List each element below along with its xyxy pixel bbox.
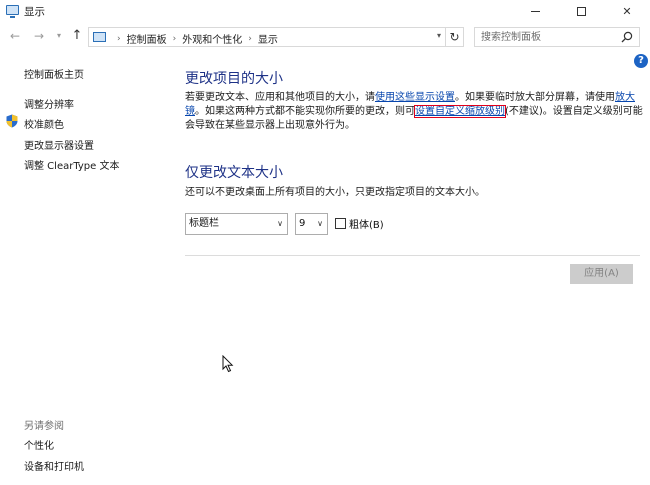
description-text: 若要更改文本、应用和其他项目的大小，请 [185,92,375,103]
bold-checkbox-label[interactable]: 粗体(B) [349,216,384,231]
help-icon[interactable]: ? [634,54,648,68]
control-panel-icon [93,32,106,42]
item-select[interactable]: 标题栏 ∨ [185,213,288,235]
breadcrumb-separator-icon[interactable]: › [117,34,121,44]
apply-button[interactable]: 应用(A) [570,264,633,284]
up-arrow-icon[interactable]: ↑ [70,29,84,43]
sidebar-item-personalization[interactable]: 个性化 [24,437,54,452]
see-also-heading: 另请参阅 [24,421,64,432]
back-arrow-icon[interactable]: ← [8,29,22,43]
sidebar-item-devices-printers[interactable]: 设备和打印机 [24,458,84,473]
maximize-icon [576,6,586,16]
breadcrumb-separator-icon[interactable]: › [173,34,177,44]
chevron-down-icon: ∨ [277,219,283,228]
breadcrumb-display[interactable]: 显示 [258,31,278,46]
font-size-select[interactable]: 9 ∨ [295,213,328,235]
display-settings-link[interactable]: 使用这些显示设置 [375,92,455,103]
sidebar-item-adjust-resolution[interactable]: 调整分辨率 [24,96,74,111]
close-icon: ✕ [622,4,632,18]
window-title: 显示 [24,6,45,18]
font-size-select-value: 9 [299,218,306,229]
refresh-button[interactable]: ↻ [446,27,464,47]
divider [185,255,640,256]
change-size-description: 若要更改文本、应用和其他项目的大小，请使用这些显示设置。如果要临时放大部分屏幕，… [185,91,643,133]
text-size-description: 还可以不更改桌面上所有项目的大小，只更改指定项目的文本大小。 [185,187,485,198]
close-button[interactable]: ✕ [604,0,650,22]
sidebar-control-panel-home[interactable]: 控制面板主页 [24,66,84,81]
minimize-icon [530,10,540,12]
minimize-button[interactable] [512,0,558,22]
maximize-button[interactable] [558,0,604,22]
item-select-value: 标题栏 [189,218,219,229]
section-title-text-size: 仅更改文本大小 [185,165,283,181]
sidebar-item-change-display-settings[interactable]: 更改显示器设置 [24,137,94,152]
title-bar: 显示 ✕ [0,0,650,22]
navigation-bar: ← → ▾ ↑ › 控制面板 › 外观和个性化 › 显示 ▾ ↻ [0,24,650,50]
address-dropdown-chevron-icon[interactable]: ▾ [437,31,441,40]
display-icon [6,5,19,18]
section-title-change-item-size: 更改项目的大小 [185,71,283,87]
custom-scaling-link[interactable]: 设置自定义缩放级别 [414,105,506,118]
sidebar-item-cleartype[interactable]: 调整 ClearType 文本 [24,157,119,172]
forward-arrow-icon[interactable]: → [32,29,46,43]
refresh-icon: ↻ [449,30,460,44]
search-box[interactable] [474,27,640,47]
breadcrumb-appearance[interactable]: 外观和个性化 [182,31,242,46]
search-input[interactable] [481,30,611,44]
breadcrumb: › 控制面板 › 外观和个性化 › 显示 [111,31,278,47]
recent-locations-chevron-icon[interactable]: ▾ [52,29,66,43]
address-bar[interactable]: › 控制面板 › 外观和个性化 › 显示 ▾ [88,27,446,47]
description-text: 。如果这两种方式都不能实现你所要的更改，则可 [195,106,415,117]
shield-icon [6,114,18,128]
description-text: 。如果要临时放大部分屏幕，请使用 [455,92,615,103]
sidebar-item-calibrate-color[interactable]: 校准颜色 [24,116,64,131]
search-icon[interactable] [621,31,633,43]
breadcrumb-control-panel[interactable]: 控制面板 [127,31,167,46]
breadcrumb-separator-icon[interactable]: › [248,34,252,44]
chevron-down-icon: ∨ [317,219,323,228]
mouse-cursor-icon [222,355,234,373]
bold-checkbox[interactable] [335,218,346,229]
